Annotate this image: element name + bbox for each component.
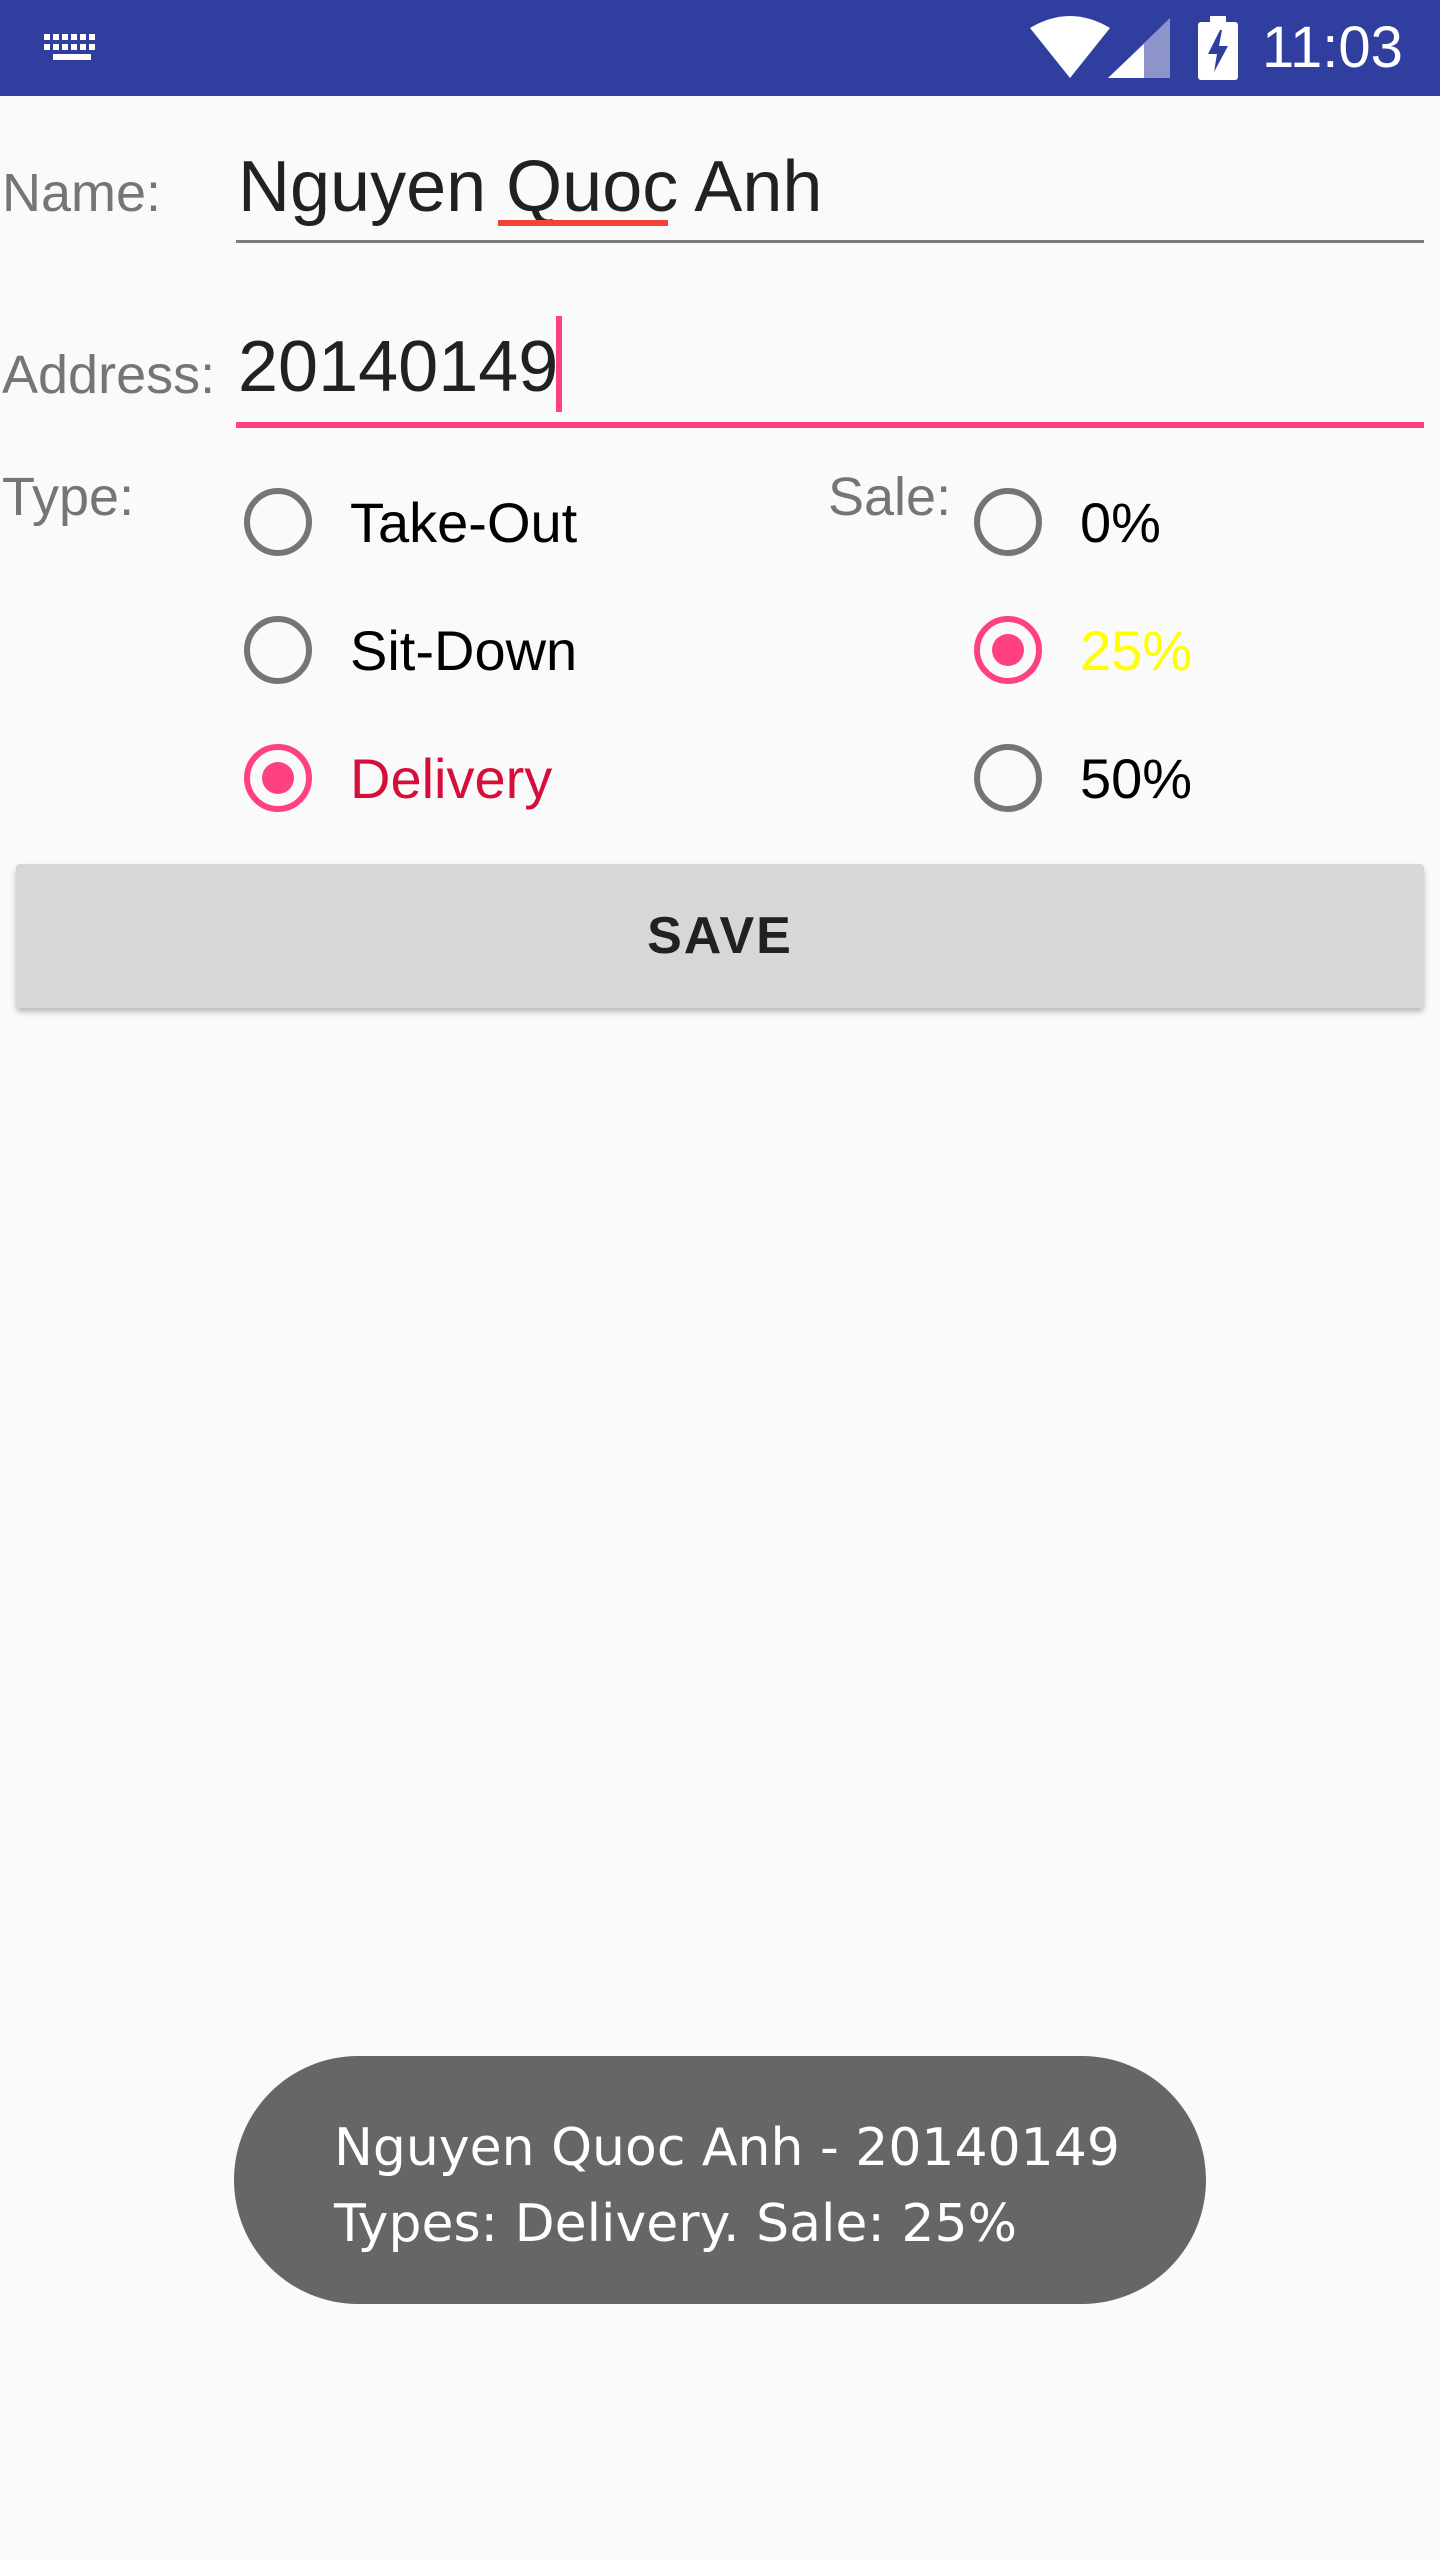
battery-charging-icon <box>1198 16 1238 80</box>
toast-line-2: Types: Delivery. Sale: 25% <box>334 2194 1018 2254</box>
cell-signal-icon <box>1108 18 1170 78</box>
toast-message: Nguyen Quoc Anh - 20140149 Types: Delive… <box>234 2056 1206 2304</box>
keyboard-icon <box>44 34 95 60</box>
radio-button-unchecked <box>244 616 312 684</box>
radio-button-checked <box>974 616 1042 684</box>
sale-label: Sale: <box>828 467 952 527</box>
radio-button-unchecked <box>244 488 312 556</box>
radio-button-checked <box>244 744 312 812</box>
wifi-icon <box>1030 16 1110 78</box>
status-time: 11:03 <box>1262 15 1403 80</box>
radio-delivery-label: Delivery <box>350 746 553 810</box>
name-label: Name: <box>2 163 162 223</box>
radio-button-unchecked <box>974 744 1042 812</box>
radio-sale-0-label: 0% <box>1080 490 1161 554</box>
radio-delivery[interactable]: Delivery <box>244 728 552 828</box>
type-label: Type: <box>2 467 135 527</box>
address-input-underline <box>236 422 1424 428</box>
radio-sale-50-label: 50% <box>1080 746 1193 810</box>
text-cursor <box>556 316 562 412</box>
spellcheck-underline <box>498 220 668 226</box>
radio-sit-down-label: Sit-Down <box>350 618 578 682</box>
status-bar: 11:03 <box>0 0 1440 96</box>
name-input-underline <box>236 240 1424 243</box>
address-input[interactable]: 20140149 <box>238 326 558 408</box>
save-button[interactable]: SAVE <box>16 864 1424 1008</box>
name-input[interactable]: Nguyen Quoc Anh <box>238 146 822 228</box>
address-label: Address: <box>2 345 216 405</box>
radio-sale-25-label: 25% <box>1080 618 1193 682</box>
radio-take-out-label: Take-Out <box>350 490 578 554</box>
radio-sit-down[interactable]: Sit-Down <box>244 600 577 700</box>
radio-sale-25[interactable]: 25% <box>974 600 1192 700</box>
toast-line-1: Nguyen Quoc Anh - 20140149 <box>334 2118 1120 2178</box>
radio-sale-50[interactable]: 50% <box>974 728 1192 828</box>
radio-button-unchecked <box>974 488 1042 556</box>
radio-sale-0[interactable]: 0% <box>974 472 1161 572</box>
radio-take-out[interactable]: Take-Out <box>244 472 577 572</box>
